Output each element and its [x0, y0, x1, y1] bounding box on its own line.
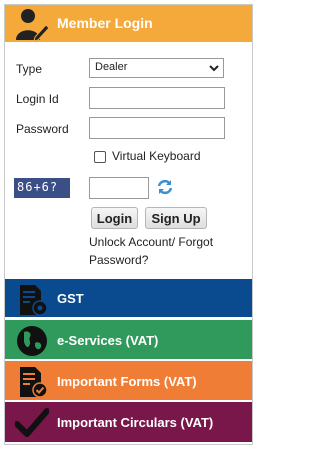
type-select[interactable]: Dealer: [89, 58, 224, 78]
login-button[interactable]: Login: [91, 207, 138, 229]
menu-item-gst[interactable]: GST: [5, 279, 252, 317]
menu-label-important-circulars: Important Circulars (VAT): [57, 415, 214, 430]
menu-item-important-forms[interactable]: Important Forms (VAT): [5, 361, 252, 400]
sign-up-button[interactable]: Sign Up: [145, 207, 207, 229]
document-check-icon: [20, 367, 48, 398]
type-select-value: Dealer: [95, 61, 128, 73]
password-input[interactable]: [89, 117, 225, 139]
password-label: Password: [16, 122, 69, 136]
forgot-password-link[interactable]: Password?: [89, 253, 148, 267]
menu-item-important-circulars[interactable]: Important Circulars (VAT): [5, 402, 252, 442]
unlock-account-link[interactable]: Unlock Account/ Forgot: [89, 235, 213, 249]
login-id-label: Login Id: [16, 92, 59, 106]
menu-label-important-forms: Important Forms (VAT): [57, 374, 197, 389]
member-login-header: Member Login: [5, 5, 252, 42]
header-title: Member Login: [57, 15, 153, 31]
login-id-input[interactable]: [89, 87, 225, 109]
chevron-down-icon: [209, 65, 219, 72]
type-label: Type: [16, 62, 43, 76]
captcha-input[interactable]: [89, 177, 149, 199]
refresh-captcha-icon[interactable]: [156, 178, 174, 196]
virtual-keyboard-checkbox[interactable]: [94, 151, 106, 163]
menu-item-e-services[interactable]: e-Services (VAT): [5, 320, 252, 359]
checkmark-icon: [15, 408, 49, 437]
menu-label-gst: GST: [57, 291, 84, 306]
user-pencil-icon: [16, 9, 49, 41]
document-gear-icon: [20, 285, 48, 316]
virtual-keyboard-label[interactable]: Virtual Keyboard: [112, 149, 201, 163]
globe-icon: [17, 326, 47, 356]
menu-label-e-services: e-Services (VAT): [57, 333, 159, 348]
captcha-image: 86+6?: [14, 178, 70, 198]
